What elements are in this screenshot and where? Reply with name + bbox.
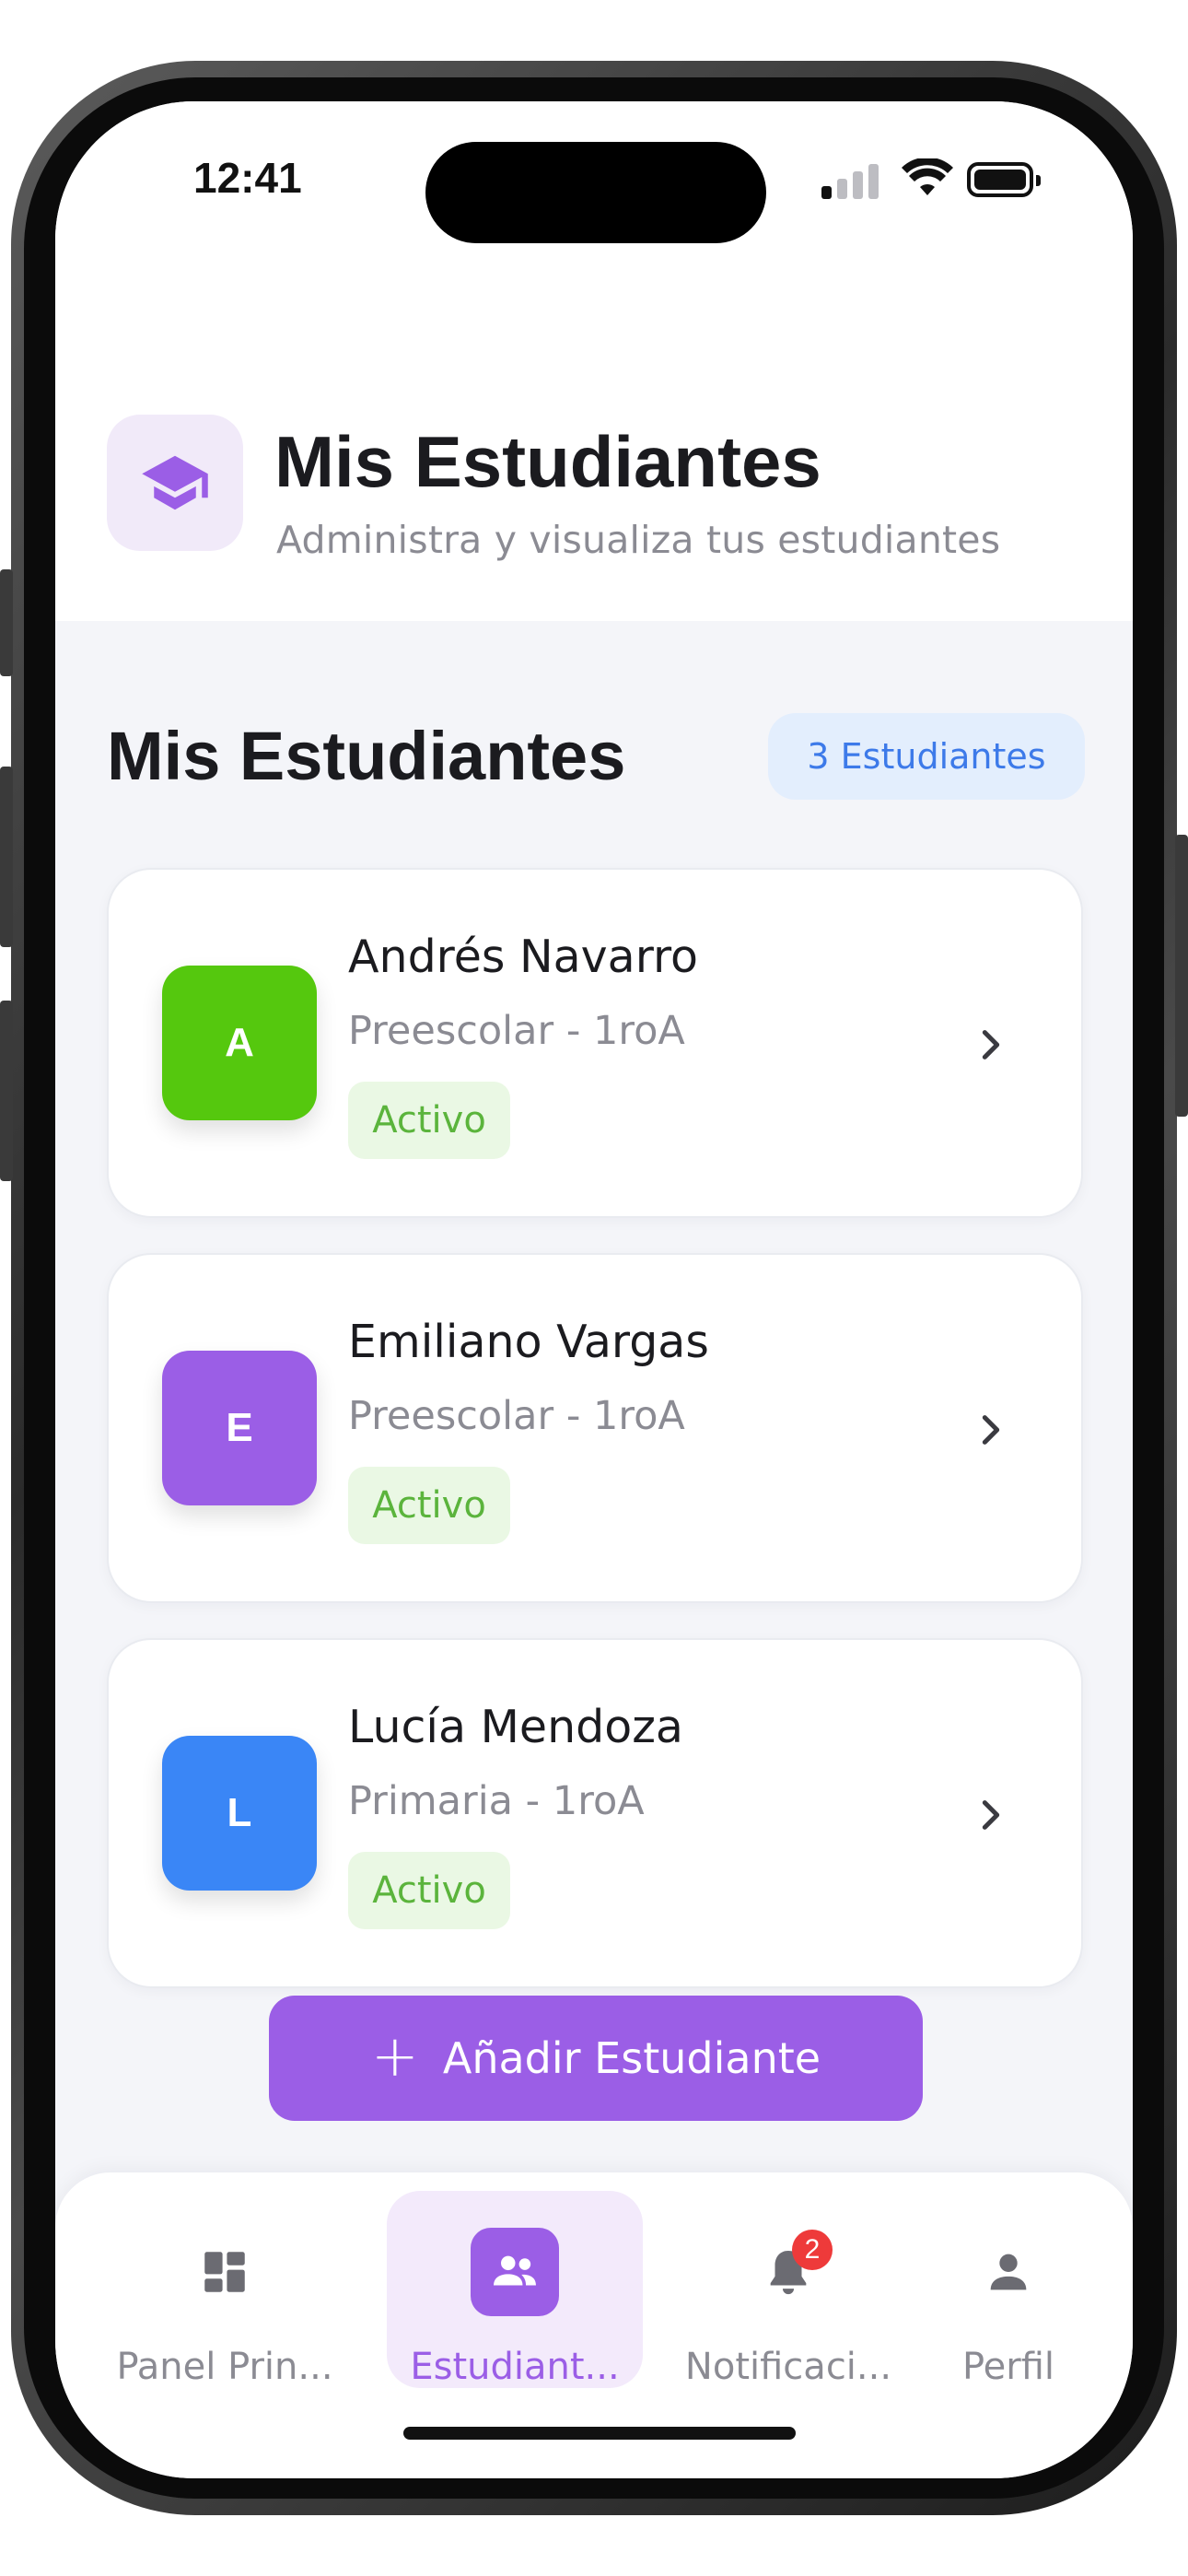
volume-up-button — [0, 767, 13, 947]
student-level: Preescolar - 1roA — [348, 1393, 685, 1439]
nav-label-profile: Perfil — [961, 2346, 1055, 2388]
cellular-signal-icon — [821, 162, 880, 199]
student-name: Lucía Mendoza — [348, 1701, 683, 1753]
page-title: Mis Estudiantes — [274, 421, 821, 502]
student-name: Andrés Navarro — [348, 931, 699, 983]
status-badge: Activo — [348, 1852, 510, 1929]
dynamic-island — [425, 142, 766, 243]
nav-item-profile[interactable]: Perfil — [939, 2191, 1077, 2388]
chevron-right-icon — [982, 1800, 1000, 1830]
page-header: Mis Estudiantes Administra y visualiza t… — [55, 258, 1133, 621]
add-student-label: Añadir Estudiante — [442, 2033, 821, 2083]
student-card[interactable]: L Lucía Mendoza Primaria - 1roA Activo — [107, 1638, 1083, 1988]
notification-count-badge: 2 — [792, 2230, 833, 2270]
student-count-badge: 3 Estudiantes — [768, 713, 1085, 800]
student-card[interactable]: A Andrés Navarro Preescolar - 1roA Activ… — [107, 868, 1083, 1218]
battery-icon — [967, 162, 1041, 197]
home-indicator[interactable] — [403, 2427, 796, 2440]
student-avatar: E — [162, 1351, 317, 1505]
nav-item-notifications[interactable]: 2 Notificaci... — [678, 2191, 899, 2388]
nav-item-students[interactable]: Estudiant... — [387, 2191, 643, 2388]
power-button — [1175, 835, 1188, 1117]
section-title: Mis Estudiantes — [107, 718, 626, 794]
graduation-cap-icon — [107, 415, 243, 551]
nav-item-dashboard[interactable]: Panel Prin... — [114, 2191, 335, 2388]
volume-down-button — [0, 1001, 13, 1181]
dashboard-icon — [181, 2228, 269, 2316]
student-level: Preescolar - 1roA — [348, 1008, 685, 1054]
nav-label-dashboard: Panel Prin... — [116, 2346, 333, 2388]
wifi-icon — [902, 158, 953, 195]
student-level: Primaria - 1roA — [348, 1778, 645, 1824]
plus-icon: + — [370, 2021, 419, 2090]
screen: 12:41 Mis Estudiantes Administra y visua… — [55, 101, 1133, 2478]
student-card[interactable]: E Emiliano Vargas Preescolar - 1roA Acti… — [107, 1253, 1083, 1603]
bell-icon: 2 — [744, 2228, 833, 2316]
page-subtitle: Administra y visualiza tus estudiantes — [276, 518, 1001, 562]
student-name: Emiliano Vargas — [348, 1316, 709, 1368]
person-icon — [964, 2228, 1053, 2316]
people-icon — [471, 2228, 559, 2316]
add-student-button[interactable]: + Añadir Estudiante — [269, 1996, 923, 2121]
nav-label-students: Estudiant... — [410, 2346, 620, 2388]
nav-label-notifications: Notificaci... — [684, 2346, 892, 2388]
status-bar: 12:41 — [55, 101, 1133, 258]
student-avatar: A — [162, 966, 317, 1120]
action-button — [0, 569, 13, 676]
status-time: 12:41 — [193, 154, 302, 202]
chevron-right-icon — [982, 1415, 1000, 1445]
status-badge: Activo — [348, 1082, 510, 1159]
status-badge: Activo — [348, 1467, 510, 1544]
chevron-right-icon — [982, 1030, 1000, 1060]
student-avatar: L — [162, 1736, 317, 1891]
